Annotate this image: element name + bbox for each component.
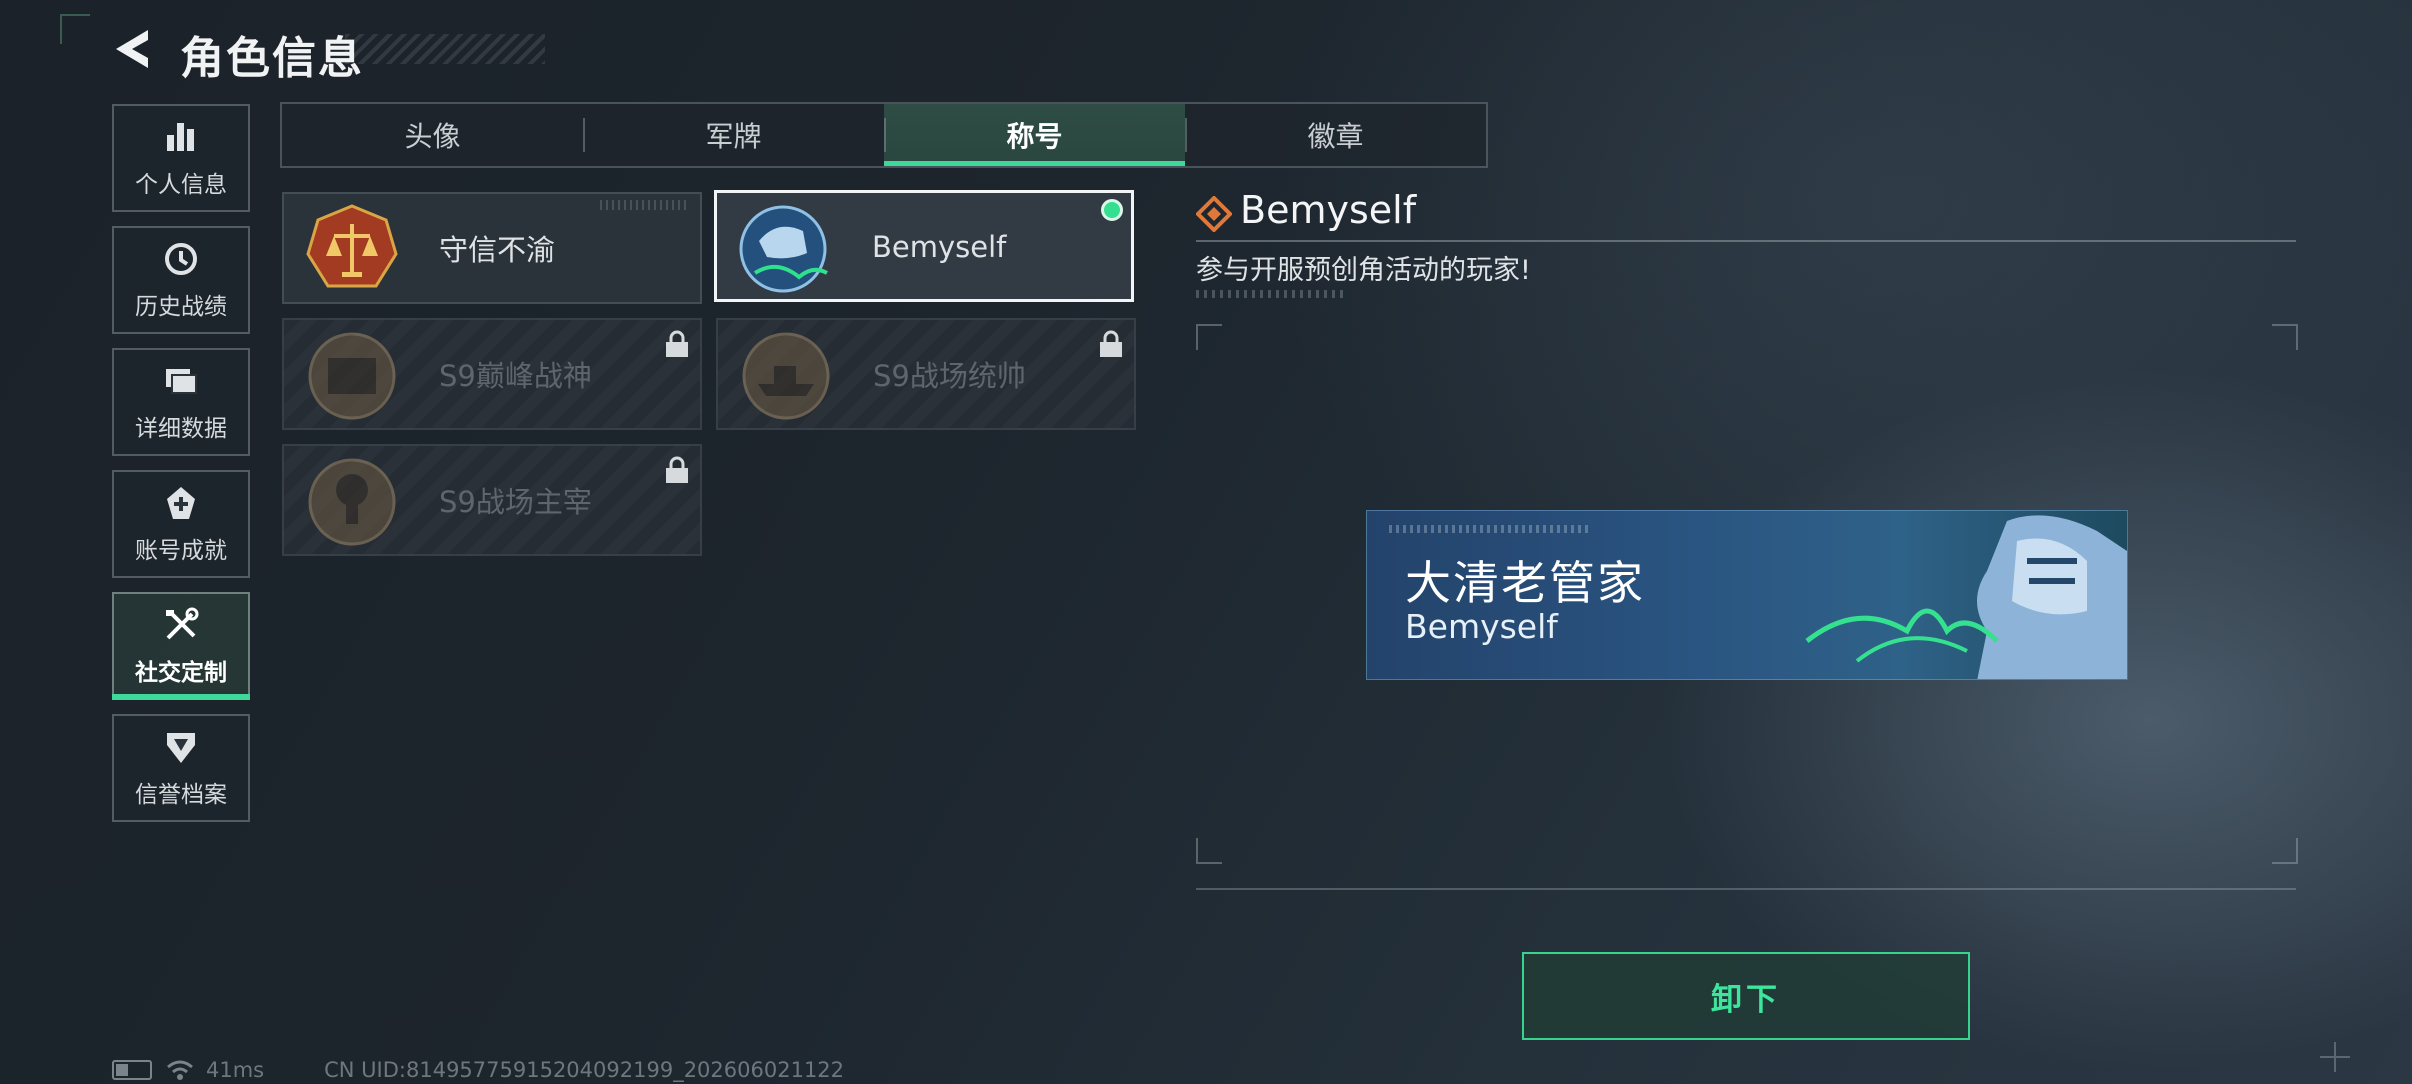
sidebar-item-label: 详细数据: [135, 416, 227, 442]
sidebar-item-personal-info[interactable]: 个人信息: [112, 104, 250, 212]
lock-icon: [666, 330, 688, 357]
unequip-button[interactable]: 卸下: [1522, 952, 1970, 1040]
sidebar-item-history[interactable]: 历史战绩: [112, 226, 250, 334]
tab-avatar[interactable]: 头像: [282, 104, 583, 166]
sidebar-item-label: 社交定制: [135, 660, 227, 686]
ping-text: 41ms: [206, 1058, 265, 1082]
sidebar-item-social-custom[interactable]: 社交定制: [112, 592, 250, 700]
divider: [1196, 240, 2296, 242]
card-decoration: [600, 200, 690, 210]
banner-code-decoration: [1389, 525, 1589, 533]
status-bar: 41ms CN UID:81495775915204092199_2026060…: [112, 1058, 844, 1082]
title-card-name: S9战场主宰: [439, 485, 592, 519]
title-card[interactable]: S9战场主宰: [282, 444, 702, 556]
sidebar-active-indicator: [112, 694, 250, 700]
title-card[interactable]: S9巅峰战神: [282, 318, 702, 430]
back-button[interactable]: [108, 22, 162, 76]
banner-subtitle: Bemyself: [1405, 607, 1558, 646]
achievement-icon: [161, 483, 201, 523]
sidebar-item-detailed-data[interactable]: 详细数据: [112, 348, 250, 456]
detail-description: 参与开服预创角活动的玩家!: [1196, 255, 1531, 286]
locked-medal-icon: [308, 458, 396, 546]
sidebar-item-achievements[interactable]: 账号成就: [112, 470, 250, 578]
sidebar-item-label: 个人信息: [135, 172, 227, 198]
sidebar-item-label: 历史战绩: [135, 294, 227, 320]
title-stripes-decoration: [345, 34, 545, 64]
tab-dog-tag[interactable]: 军牌: [583, 104, 884, 166]
sidebar-item-label: 信誉档案: [135, 782, 227, 808]
title-card-name: 守信不渝: [439, 233, 556, 267]
back-arrow-icon: [116, 30, 148, 68]
title-banner-preview: 大清老管家 Bemyself: [1366, 510, 2128, 680]
title-card[interactable]: S9战场统帅: [716, 318, 1136, 430]
unequip-button-label: 卸下: [1711, 981, 1781, 1018]
clock-history-icon: [161, 239, 201, 279]
locked-medal-icon: [308, 332, 396, 420]
title-diamond-icon: [1196, 196, 1232, 232]
scales-medal-icon: [306, 204, 398, 288]
divider: [1196, 888, 2296, 890]
page-title: 角色信息: [180, 33, 364, 84]
title-card[interactable]: Bemyself: [714, 190, 1134, 302]
detail-title-name: Bemyself: [1240, 188, 1417, 232]
equipped-indicator: [1101, 199, 1123, 221]
title-card-name: Bemyself: [872, 230, 1007, 264]
lock-icon: [666, 456, 688, 483]
soldier-signature-art: [1805, 515, 2127, 679]
battery-icon: [112, 1060, 152, 1080]
tab-bar: 头像 军牌 称号 徽章: [280, 102, 1488, 168]
tick-decoration: [1196, 290, 1346, 298]
banner-title: 大清老管家: [1405, 556, 1645, 610]
wifi-icon: [167, 1060, 193, 1080]
tools-icon: [161, 605, 201, 645]
title-card-name: S9巅峰战神: [439, 359, 592, 393]
bar-chart-icon: [161, 117, 201, 157]
bemyself-medal-icon: [739, 205, 828, 293]
folder-icon: [161, 361, 201, 401]
uid-text: CN UID:81495775915204092199_202606021122: [324, 1058, 845, 1082]
frame-corner: [2272, 838, 2298, 864]
locked-medal-icon: [742, 332, 830, 420]
frame-corner: [1196, 324, 1222, 350]
title-card-name: S9战场统帅: [873, 359, 1026, 393]
plus-corner-decoration: [2320, 1042, 2350, 1072]
tab-title[interactable]: 称号: [884, 104, 1185, 166]
frame-corner: [1196, 838, 1222, 864]
sidebar-item-label: 账号成就: [135, 538, 227, 564]
tab-badge[interactable]: 徽章: [1185, 104, 1486, 166]
lock-icon: [1100, 330, 1122, 357]
sidebar-item-reputation[interactable]: 信誉档案: [112, 714, 250, 822]
reputation-icon: [161, 727, 201, 767]
frame-corner: [2272, 324, 2298, 350]
title-card[interactable]: 守信不渝: [282, 192, 702, 304]
corner-decoration: [60, 14, 90, 44]
